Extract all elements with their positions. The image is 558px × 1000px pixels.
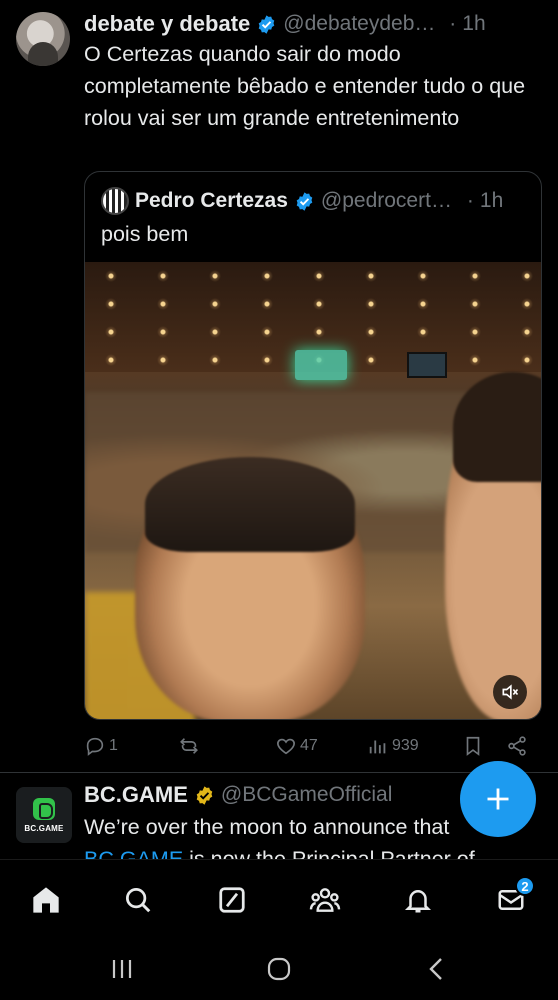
tweet-header: debate y debate @debateydebate · 1h (84, 10, 538, 38)
bottom-nav: 2 (0, 859, 558, 937)
author-name[interactable]: debate y debate (84, 11, 250, 37)
avatar-logo-text: BC.GAME (24, 823, 64, 833)
author-avatar[interactable]: BC.GAME (16, 787, 72, 843)
author-handle[interactable]: @debateydebate (283, 12, 443, 36)
search-icon (126, 888, 151, 913)
tweet[interactable]: debate y debate @debateydebate · 1h O Ce… (0, 0, 558, 772)
nav-messages[interactable]: 2 (491, 876, 535, 920)
quoted-author-name: Pedro Certezas (135, 189, 288, 212)
views-button[interactable]: 939 (367, 732, 419, 760)
heart-icon (277, 738, 295, 755)
bcgame-logo-icon (33, 797, 55, 820)
communities-icon (309, 888, 341, 912)
bookmark-icon (466, 736, 480, 756)
home-circle-icon (267, 957, 291, 981)
verified-gold-badge-icon (196, 785, 213, 805)
home-system-button[interactable] (264, 957, 294, 981)
tweet-text-rest: is now the Principal Partner of (183, 847, 475, 859)
quoted-author-avatar (101, 187, 129, 215)
tweet-time[interactable]: 1h (462, 12, 485, 36)
share-icon (508, 736, 526, 756)
like-button[interactable]: 47 (275, 732, 318, 760)
back-chevron-icon (429, 958, 442, 980)
nav-home[interactable] (26, 880, 66, 920)
video-frame-hair (453, 372, 541, 482)
views-icon (369, 740, 386, 754)
recents-icon (112, 960, 132, 978)
tweet-header: BC.GAME @BCGameOfficial (84, 781, 392, 809)
tweet-actions: 1 47 939 (84, 732, 534, 760)
quoted-tweet-time: 1h (479, 189, 504, 212)
bell-icon (404, 890, 432, 913)
retweet-icon (180, 738, 198, 754)
verified-badge-icon (296, 191, 313, 211)
reply-count: 1 (109, 737, 118, 754)
bookmark-button[interactable] (462, 732, 484, 760)
reply-button[interactable]: 1 (84, 732, 118, 760)
recent-apps-button[interactable] (108, 957, 136, 981)
mute-button[interactable] (493, 675, 527, 709)
quoted-tweet-text: pois bem (101, 222, 189, 246)
nav-grok[interactable] (212, 880, 252, 920)
system-navigation-bar (0, 937, 558, 1000)
verified-badge-icon (258, 14, 275, 34)
share-button[interactable] (506, 732, 528, 760)
volume-muted-icon (502, 684, 519, 700)
plus-icon (487, 788, 509, 810)
author-avatar[interactable] (16, 12, 70, 66)
retweet-button[interactable] (178, 732, 203, 760)
like-count: 47 (300, 737, 318, 754)
video-frame-tv (295, 350, 347, 380)
quoted-tweet-header: Pedro Certezas @pedrocertezas · 1h (101, 186, 525, 216)
reply-icon (86, 737, 104, 756)
author-handle[interactable]: @BCGameOfficial (221, 783, 392, 807)
nav-notifications[interactable] (398, 880, 438, 920)
quoted-tweet[interactable]: Pedro Certezas @pedrocertezas · 1h pois … (84, 171, 542, 720)
author-name[interactable]: BC.GAME (84, 782, 188, 808)
compose-button[interactable] (460, 761, 536, 837)
back-button[interactable] (424, 957, 448, 981)
tweet-text-line: BC.GAME is now the Principal Partner of (84, 843, 544, 859)
nav-communities[interactable] (305, 880, 345, 920)
video-frame-screen (407, 352, 447, 378)
video-player[interactable] (85, 262, 541, 719)
tweet-text: O Certezas quando sair do modo completam… (84, 42, 526, 130)
separator-dot: · (466, 189, 474, 212)
video-frame-cap (145, 457, 355, 552)
grok-icon (219, 887, 245, 913)
views-count: 939 (392, 737, 419, 754)
nav-search[interactable] (118, 880, 158, 920)
home-icon (33, 887, 59, 913)
tweet-link[interactable]: BC.GAME (84, 847, 183, 859)
quoted-author-handle: @pedrocertezas (320, 189, 461, 212)
separator-dot: · (449, 12, 457, 35)
messages-badge: 2 (515, 876, 535, 896)
